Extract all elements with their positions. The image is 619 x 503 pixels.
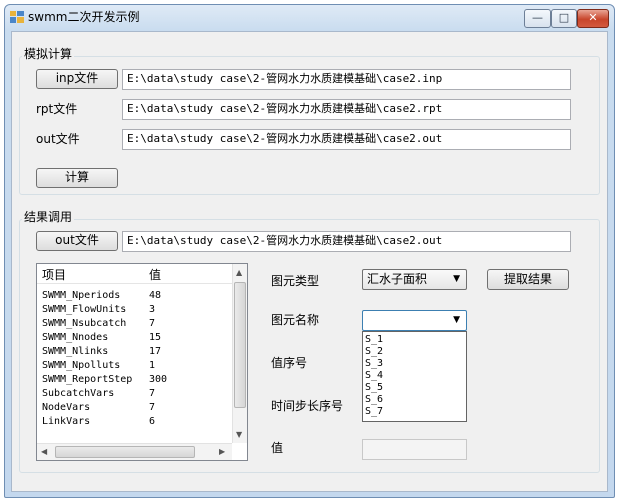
results-list-view[interactable]: 项目 值 SWMM_Nperiods 48 SWMM_FlowUnits 3 SWM… bbox=[36, 263, 248, 461]
out-file-label: out文件 bbox=[36, 132, 80, 146]
list-body: SWMM_Nperiods 48 SWMM_FlowUnits 3 SWMM_Nsu… bbox=[42, 290, 168, 427]
inp-file-button[interactable]: inp文件 bbox=[36, 69, 118, 89]
vertical-scroll-thumb[interactable] bbox=[234, 282, 246, 408]
column-header-item[interactable]: 项目 bbox=[42, 267, 66, 283]
value-index-label: 值序号 bbox=[271, 356, 308, 370]
horizontal-scroll-thumb[interactable] bbox=[55, 446, 195, 458]
dropdown-option[interactable]: S_2 bbox=[365, 346, 383, 358]
list-header: 项目 值 bbox=[37, 264, 232, 284]
simulation-group-title: 模拟计算 bbox=[22, 47, 75, 61]
window-title: swmm二次开发示例 bbox=[28, 10, 140, 24]
scroll-up-icon[interactable]: ▲ bbox=[236, 268, 242, 277]
scroll-left-icon[interactable]: ◀ bbox=[41, 447, 47, 456]
rpt-path-field[interactable]: E:\data\study case\2-管网水力水质建模基础\case2.rp… bbox=[122, 99, 571, 120]
time-step-index-label: 时间步长序号 bbox=[271, 399, 344, 413]
minimize-icon: — bbox=[532, 11, 543, 24]
close-button[interactable]: ✕ bbox=[577, 9, 609, 28]
chevron-down-icon: ▼ bbox=[453, 274, 460, 284]
maximize-icon: □ bbox=[558, 11, 570, 24]
fetch-results-button[interactable]: 提取结果 bbox=[487, 269, 569, 290]
inp-path-field[interactable]: E:\data\study case\2-管网水力水质建模基础\case2.in… bbox=[122, 69, 571, 90]
value-output-field[interactable] bbox=[362, 439, 467, 460]
maximize-button[interactable]: □ bbox=[551, 9, 577, 28]
dropdown-option[interactable]: S_7 bbox=[365, 406, 383, 418]
element-type-label: 图元类型 bbox=[271, 274, 320, 288]
element-type-value: 汇水子面积 bbox=[367, 272, 428, 286]
column-header-value[interactable]: 值 bbox=[149, 267, 161, 283]
horizontal-scrollbar[interactable]: ◀ ▶ bbox=[37, 443, 232, 460]
scroll-right-icon[interactable]: ▶ bbox=[219, 447, 225, 456]
calculate-button[interactable]: 计算 bbox=[36, 168, 118, 188]
results-group-title: 结果调用 bbox=[22, 210, 75, 224]
element-type-select[interactable]: 汇水子面积 ▼ bbox=[362, 269, 467, 290]
vertical-scrollbar[interactable]: ▲ ▼ bbox=[232, 264, 247, 443]
chevron-down-icon: ▼ bbox=[453, 315, 460, 325]
value-label: 值 bbox=[271, 441, 284, 455]
element-name-dropdown[interactable]: S_1 S_2 S_3 S_4 S_5 S_6 S_7 bbox=[362, 331, 467, 422]
out-file-button[interactable]: out文件 bbox=[36, 231, 118, 251]
dropdown-option[interactable]: S_4 bbox=[365, 370, 383, 382]
results-out-path-field[interactable]: E:\data\study case\2-管网水力水质建模基础\case2.ou… bbox=[122, 231, 571, 252]
element-name-label: 图元名称 bbox=[271, 313, 320, 327]
app-window-icon bbox=[10, 11, 24, 23]
dropdown-option[interactable]: S_5 bbox=[365, 382, 383, 394]
close-icon: ✕ bbox=[588, 11, 598, 24]
minimize-button[interactable]: — bbox=[524, 9, 551, 28]
out-path-field[interactable]: E:\data\study case\2-管网水力水质建模基础\case2.ou… bbox=[122, 129, 571, 150]
rpt-file-label: rpt文件 bbox=[36, 102, 78, 116]
dropdown-option[interactable]: S_1 bbox=[365, 334, 383, 346]
scroll-down-icon[interactable]: ▼ bbox=[236, 430, 242, 439]
dropdown-option[interactable]: S_6 bbox=[365, 394, 383, 406]
element-name-select[interactable]: ▼ bbox=[362, 310, 467, 331]
dropdown-option[interactable]: S_3 bbox=[365, 358, 383, 370]
